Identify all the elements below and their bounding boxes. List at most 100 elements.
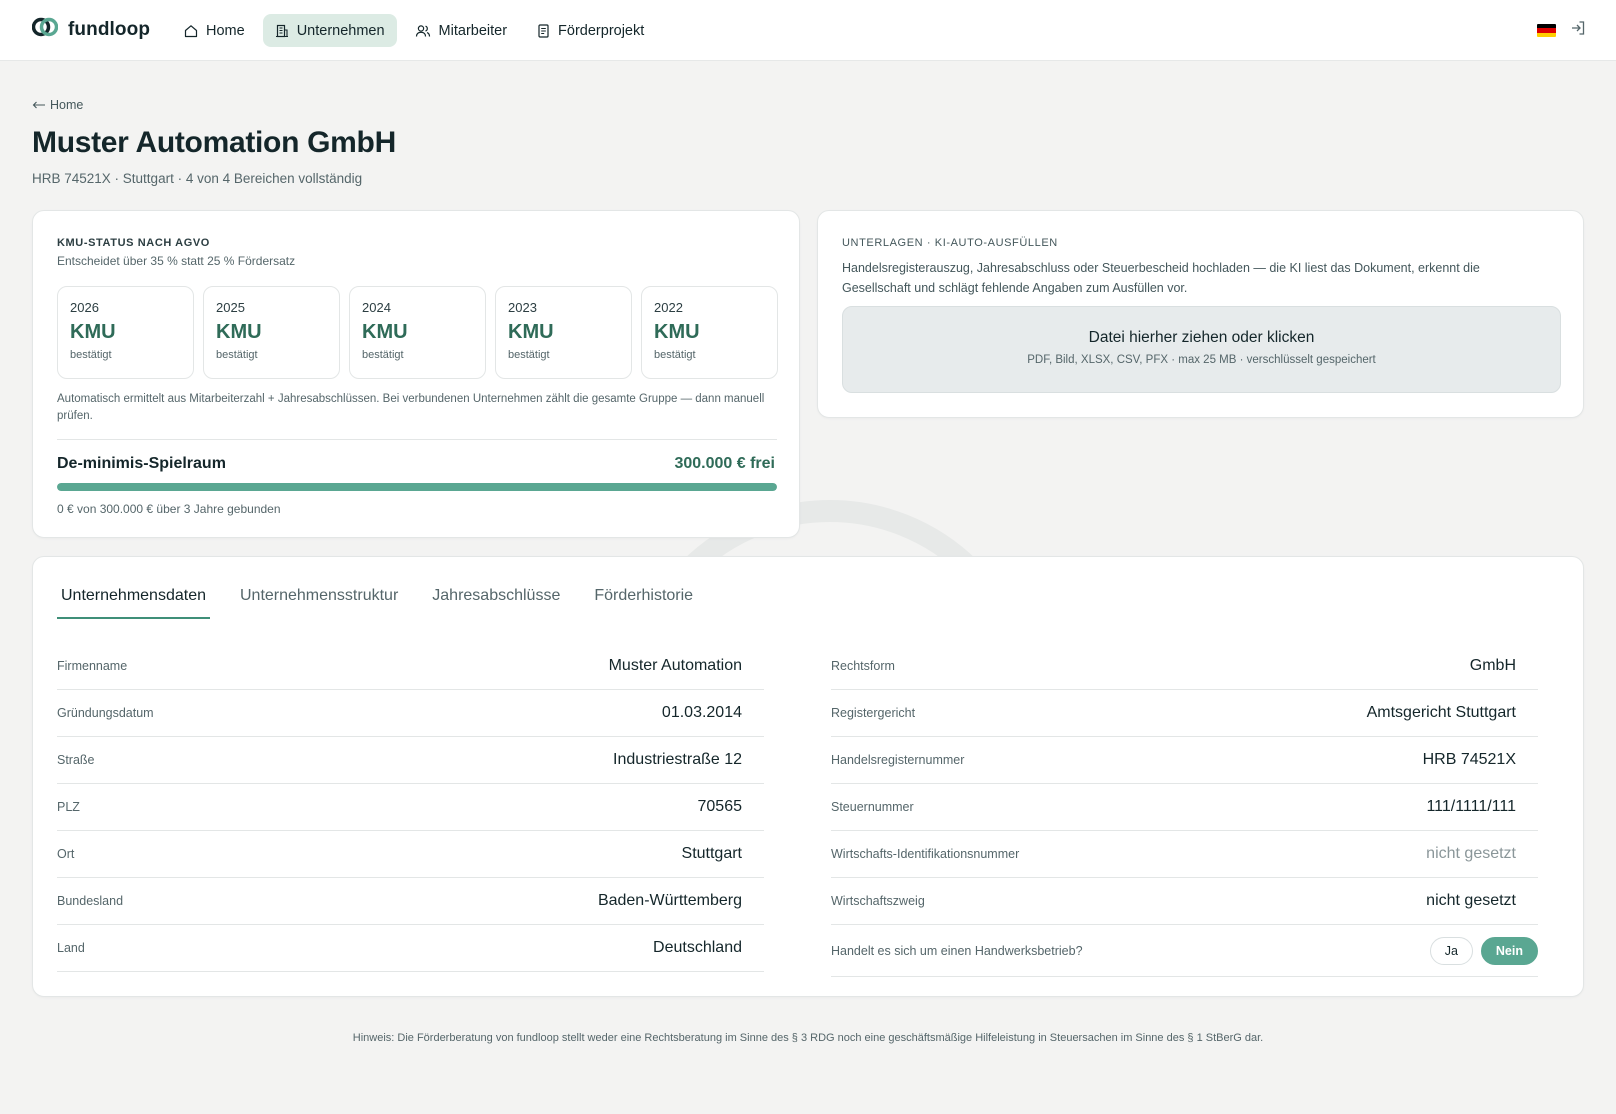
field-label: Gründungsdatum (57, 706, 154, 720)
field-row-ort[interactable]: Ort Stuttgart (57, 831, 764, 878)
field-row-wirtschaftszweig[interactable]: Wirtschaftszweig nicht gesetzt (831, 878, 1538, 925)
field-value[interactable]: nicht gesetzt (1426, 845, 1516, 863)
field-label: Handelsregisternummer (831, 753, 965, 767)
deminimis-free-amount: 300.000 € frei (674, 455, 775, 472)
field-label: PLZ (57, 800, 80, 814)
field-value[interactable]: 111/1111/111 (1426, 798, 1516, 816)
file-dropzone[interactable]: Datei hierher ziehen oder klicken PDF, B… (842, 306, 1561, 393)
field-label: Wirtschaftszweig (831, 894, 925, 908)
fields-left-column: Firmenname Muster Automation Gründungsda… (57, 643, 764, 972)
kmu-confirmation: bestätigt (508, 349, 550, 361)
field-row-registergericht[interactable]: Registergericht Amtsgericht Stuttgart (831, 690, 1538, 737)
field-row-gruendungsdatum[interactable]: Gründungsdatum 01.03.2014 (57, 690, 764, 737)
field-row-bundesland[interactable]: Bundesland Baden-Württemberg (57, 878, 764, 925)
field-row-land[interactable]: Land Deutschland (57, 925, 764, 972)
docs-description: Handelsregisterauszug, Jahresabschluss o… (842, 261, 1480, 295)
field-row-handwerksbetrieb: Handelt es sich um einen Handwerksbetrie… (831, 925, 1538, 977)
kmu-year-card: 2022 KMU bestätigt (641, 286, 778, 379)
field-value[interactable]: 01.03.2014 (662, 704, 742, 722)
company-details-card: Unternehmensdaten Unternehmensstruktur J… (32, 556, 1584, 997)
brand[interactable]: fundloop (31, 16, 151, 43)
tab-unternehmensstruktur[interactable]: Unternehmensstruktur (236, 587, 402, 619)
field-value[interactable]: GmbH (1470, 657, 1516, 675)
kmu-status: KMU (654, 321, 700, 343)
tab-unternehmensdaten[interactable]: Unternehmensdaten (57, 587, 210, 619)
field-row-firmenname[interactable]: Firmenname Muster Automation (57, 643, 764, 690)
field-row-strasse[interactable]: Straße Industriestraße 12 (57, 737, 764, 784)
kmu-status: KMU (362, 321, 408, 343)
nav-item-label: Mitarbeiter (438, 22, 508, 39)
field-value[interactable]: nicht gesetzt (1426, 892, 1516, 910)
tab-bar: Unternehmensdaten Unternehmensstruktur J… (57, 587, 723, 619)
field-value[interactable]: Baden-Württemberg (598, 892, 742, 910)
fields-right-column: Rechtsform GmbH Registergericht Amtsgeri… (831, 643, 1538, 977)
kmu-year-card: 2023 KMU bestätigt (495, 286, 632, 379)
kmu-overline: KMU-STATUS NACH AGVO (57, 237, 210, 249)
tab-foerderhistorie[interactable]: Förderhistorie (590, 587, 697, 619)
home-icon (184, 24, 198, 38)
dropzone-title: Datei hierher ziehen oder klicken (1088, 329, 1315, 346)
kmu-status: KMU (70, 321, 116, 343)
tab-jahresabschluesse[interactable]: Jahresabschlüsse (428, 587, 564, 619)
nav-item-unternehmen[interactable]: Unternehmen (262, 14, 397, 47)
field-row-plz[interactable]: PLZ 70565 (57, 784, 764, 831)
documents-upload-card: UNTERLAGEN · KI-AUTO-AUSFÜLLEN Handelsre… (817, 210, 1584, 418)
arrow-left-icon (32, 98, 46, 112)
document-icon (537, 23, 550, 38)
field-row-steuernummer[interactable]: Steuernummer 111/1111/111 (831, 784, 1538, 831)
nav-item-label: Unternehmen (296, 22, 385, 39)
page-subtitle: HRB 74521X · Stuttgart · 4 von 4 Bereich… (32, 171, 363, 186)
divider (57, 439, 777, 440)
brand-name: fundloop (68, 18, 151, 40)
users-icon (415, 24, 431, 38)
kmu-status: KMU (216, 321, 262, 343)
deminimis-progress-bar (57, 483, 777, 491)
field-label: Rechtsform (831, 659, 895, 673)
field-value[interactable]: Amtsgericht Stuttgart (1367, 704, 1516, 722)
kmu-year: 2026 (70, 300, 99, 315)
back-link-label: Home (50, 98, 84, 112)
field-value[interactable]: 70565 (698, 798, 743, 816)
deminimis-note: 0 € von 300.000 € über 3 Jahre gebunden (57, 502, 281, 516)
kmu-subtitle: Entscheidet über 35 % statt 25 % Förders… (57, 254, 296, 268)
field-value[interactable]: Muster Automation (609, 657, 742, 675)
dropzone-subtitle: PDF, Bild, XLSX, CSV, PFX · max 25 MB · … (1027, 354, 1376, 366)
fundloop-logo-icon (31, 16, 59, 43)
nav-item-home[interactable]: Home (172, 14, 257, 47)
nav-item-mitarbeiter[interactable]: Mitarbeiter (403, 14, 520, 47)
field-value[interactable]: Industriestraße 12 (613, 751, 742, 769)
logout-icon[interactable] (1570, 20, 1586, 41)
kmu-confirmation: bestätigt (654, 349, 696, 361)
kmu-confirmation: bestätigt (70, 349, 112, 361)
nav-item-label: Home (206, 22, 245, 39)
field-value[interactable]: Deutschland (653, 939, 742, 957)
deminimis-label: De-minimis-Spielraum (57, 455, 226, 472)
field-label: Steuernummer (831, 800, 914, 814)
handwerk-no-button[interactable]: Nein (1480, 936, 1538, 965)
field-label: Registergericht (831, 706, 916, 720)
kmu-status: KMU (508, 321, 554, 343)
page-title: Muster Automation GmbH (32, 126, 396, 159)
nav-item-label: Förderprojekt (558, 22, 645, 39)
field-label: Firmenname (57, 659, 128, 673)
field-value[interactable]: HRB 74521X (1423, 751, 1516, 769)
field-row-rechtsform[interactable]: Rechtsform GmbH (831, 643, 1538, 690)
kmu-year: 2023 (508, 300, 537, 315)
kmu-year-card: 2026 KMU bestätigt (57, 286, 194, 379)
field-row-handelsregisternummer[interactable]: Handelsregisternummer HRB 74521X (831, 737, 1538, 784)
handwerk-question: Handelt es sich um einen Handwerksbetrie… (831, 943, 1083, 958)
field-row-wirtschafts-id[interactable]: Wirtschafts-Identifikationsnummer nicht … (831, 831, 1538, 878)
nav-item-foerderprojekt[interactable]: Förderprojekt (525, 14, 656, 47)
legal-footer-note: Hinweis: Die Förderberatung von fundloop… (352, 1032, 1264, 1044)
kmu-year: 2024 (362, 300, 391, 315)
field-label: Wirtschafts-Identifikationsnummer (831, 847, 1020, 861)
back-link[interactable]: Home (32, 98, 83, 112)
handwerk-yes-button[interactable]: Ja (1429, 936, 1473, 965)
field-value[interactable]: Stuttgart (682, 845, 742, 863)
german-flag-icon[interactable] (1537, 24, 1556, 37)
kmu-confirmation: bestätigt (362, 349, 404, 361)
kmu-confirmation: bestätigt (216, 349, 258, 361)
field-label: Straße (57, 753, 95, 767)
main-nav: Home Unternehmen Mitarbeiter Förderproje… (172, 14, 656, 47)
deminimis-progress-fill (57, 483, 777, 491)
